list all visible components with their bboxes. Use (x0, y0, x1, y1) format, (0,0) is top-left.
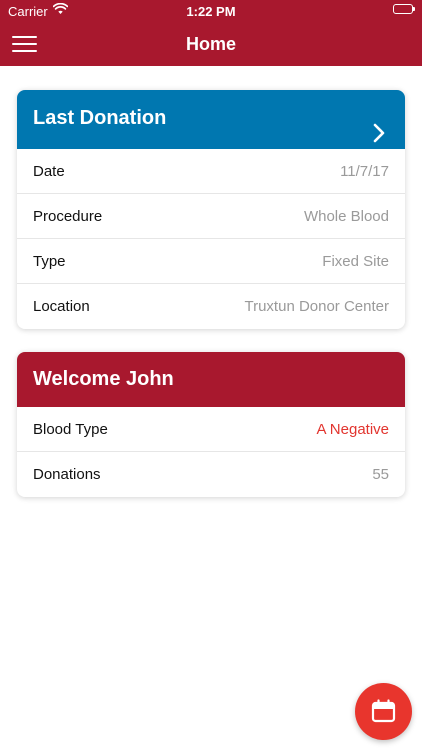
last-donation-title: Last Donation (33, 107, 167, 129)
row-value: Fixed Site (322, 253, 389, 270)
clock: 1:22 PM (186, 4, 236, 19)
calendar-icon (371, 699, 396, 723)
row-label: Donations (33, 466, 101, 483)
detail-row-date: Date 11/7/17 (17, 149, 405, 194)
welcome-card: Welcome John Blood Type A Negative Donat… (17, 352, 405, 497)
last-donation-header[interactable]: Last Donation (17, 90, 405, 149)
detail-row-location: Location Truxtun Donor Center (17, 284, 405, 329)
schedule-appointment-button[interactable] (355, 683, 412, 740)
row-label: Procedure (33, 208, 103, 225)
blood-type-value: A Negative (316, 421, 389, 438)
row-value: Whole Blood (303, 208, 389, 225)
welcome-header: Welcome John (17, 352, 405, 407)
row-label: Date (33, 163, 65, 180)
nav-bar: Home (0, 22, 422, 66)
row-label: Blood Type (33, 421, 108, 438)
detail-row-donations: Donations 55 (17, 452, 405, 497)
detail-row-blood-type: Blood Type A Negative (17, 407, 405, 452)
detail-row-type: Type Fixed Site (17, 239, 405, 284)
row-value: Truxtun Donor Center (244, 298, 389, 315)
battery-icon (393, 4, 415, 14)
page-title: Home (185, 34, 236, 54)
row-value: 11/7/17 (340, 163, 389, 180)
status-bar: Carrier 1:22 PM (0, 0, 422, 22)
row-label: Location (33, 298, 90, 315)
row-label: Type (33, 253, 66, 270)
donations-count: 55 (372, 466, 389, 483)
welcome-title: Welcome John (33, 368, 174, 390)
last-donation-card: Last Donation Date 11/7/17 Procedure Who… (17, 90, 405, 329)
detail-row-procedure: Procedure Whole Blood (17, 194, 405, 239)
